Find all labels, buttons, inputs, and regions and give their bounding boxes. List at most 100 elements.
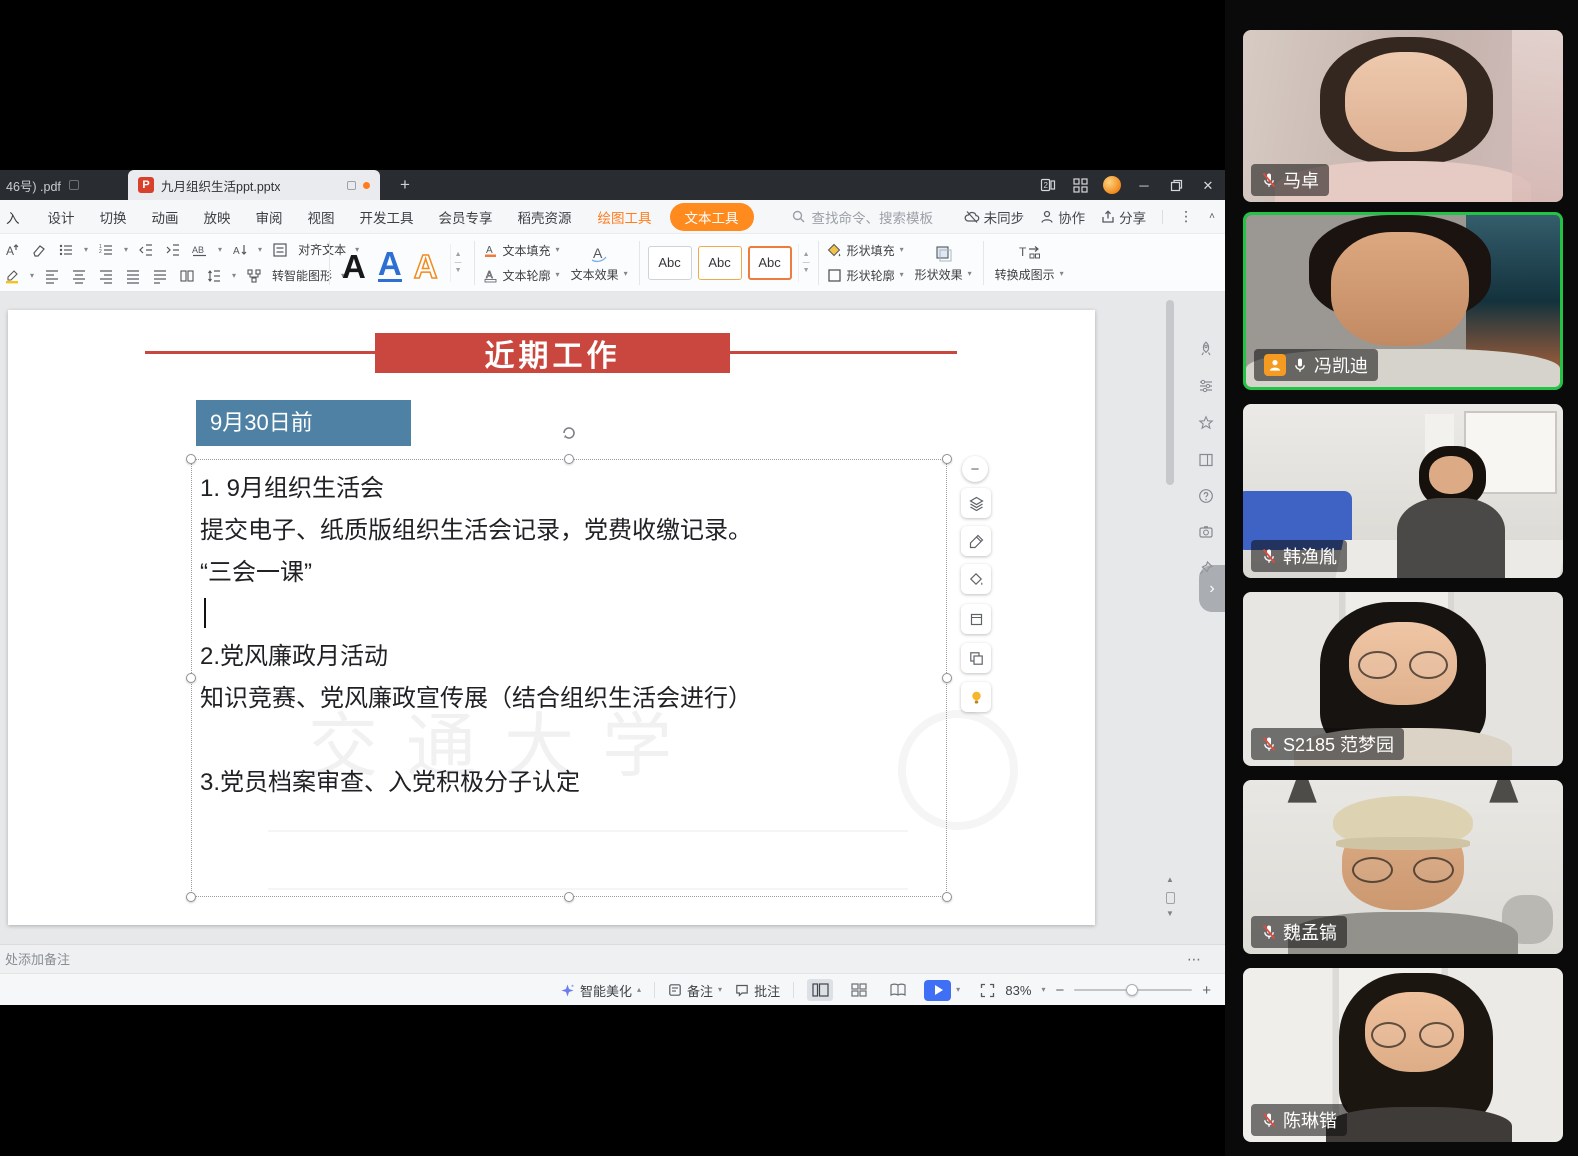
tab-pdf-document[interactable]: 46号) .pdf [6, 176, 61, 195]
restore-button[interactable] [1167, 176, 1185, 194]
increase-indent-icon[interactable] [164, 241, 182, 259]
menu-item-animation[interactable]: 动画 [152, 207, 179, 227]
rocket-boost-icon[interactable] [1197, 340, 1215, 358]
selection-handle-s[interactable] [564, 892, 574, 902]
shape-fill-button[interactable]: 形状填充▾ [827, 242, 904, 259]
participant-tile[interactable]: 陈琳锴 [1243, 968, 1563, 1142]
selection-handle-nw[interactable] [186, 454, 196, 464]
tune-settings-icon[interactable] [1197, 377, 1215, 395]
participant-tile-active[interactable]: 冯凯迪 [1243, 212, 1563, 390]
vertical-scrollbar[interactable] [1166, 300, 1174, 485]
menu-item-insert-truncated[interactable]: 入 [6, 207, 20, 227]
more-options-icon[interactable]: ⋮ [1179, 208, 1193, 225]
align-center-icon[interactable] [70, 267, 88, 285]
wordart-preset-scroll[interactable]: ▲—▼ [798, 244, 810, 282]
text-outline-button[interactable]: A 文本轮廓▾ [483, 267, 560, 284]
slide[interactable]: 交通大学 近期工作 9月30日前 1. 9月组织生 [8, 310, 1095, 925]
fit-slide-icon[interactable] [980, 983, 995, 998]
font-preset-black[interactable]: A [342, 252, 366, 282]
selection-handle-se[interactable] [942, 892, 952, 902]
notes-strip[interactable]: 处添加备注 ⋯ [0, 944, 1225, 973]
tab-active-pptx[interactable]: P 九月组织生活ppt.pptx [128, 170, 380, 200]
new-tab-button[interactable]: + [394, 170, 416, 200]
decrease-indent-icon[interactable] [137, 241, 155, 259]
zoom-slider-knob[interactable] [1126, 984, 1138, 996]
participant-tile[interactable]: 马卓 [1243, 30, 1563, 202]
distribute-icon[interactable] [151, 267, 169, 285]
zoom-percentage[interactable]: 83% [1005, 983, 1031, 998]
capture-icon[interactable] [1197, 523, 1215, 541]
collapse-float-toolbar-button[interactable]: − [962, 456, 988, 482]
participant-tile[interactable]: 韩渔胤 [1243, 404, 1563, 578]
selection-handle-w[interactable] [186, 673, 196, 683]
selection-handle-ne[interactable] [942, 454, 952, 464]
close-button[interactable]: ✕ [1199, 176, 1217, 194]
command-search-box[interactable]: 查找命令、搜索模板 [792, 207, 934, 227]
columns-icon[interactable] [178, 267, 196, 285]
menu-item-devtools[interactable]: 开发工具 [360, 207, 414, 227]
smart-graphic-icon[interactable] [245, 267, 263, 285]
align-right-icon[interactable] [97, 267, 115, 285]
justify-icon[interactable] [124, 267, 142, 285]
zoom-out-button[interactable]: − [1055, 983, 1064, 998]
font-preset-outline[interactable]: A [414, 252, 438, 282]
expand-panel-chevron[interactable]: › [1199, 565, 1225, 612]
next-slide-arrow[interactable]: ▼ [1164, 910, 1176, 918]
menu-item-transition[interactable]: 切换 [100, 207, 127, 227]
layers-button[interactable] [961, 488, 991, 518]
smart-beautify-button[interactable]: 智能美化▴ [560, 981, 641, 1000]
notes-more-icon[interactable]: ⋯ [1187, 945, 1203, 974]
collaborate-button[interactable]: 协作 [1040, 207, 1085, 227]
shape-effect-button[interactable]: 形状效果▾ [912, 243, 975, 283]
minimize-button[interactable]: ─ [1135, 176, 1153, 194]
selection-handle-sw[interactable] [186, 892, 196, 902]
align-text-icon[interactable] [271, 241, 289, 259]
pages-layout-icon[interactable]: 2 [1039, 176, 1057, 194]
date-label-box[interactable]: 9月30日前 [196, 400, 411, 446]
text-direction-icon[interactable]: AB [191, 241, 209, 259]
participant-tile[interactable]: S2185 范梦园 [1243, 592, 1563, 766]
copy-style-button[interactable] [961, 643, 991, 673]
slide-nav-grip[interactable] [1166, 892, 1175, 904]
zoom-caret-icon[interactable]: ▾ [1041, 986, 1045, 994]
slide-body-textbox[interactable]: 1. 9月组织生活会 提交电子、纸质版组织生活会记录，党费收缴记录。 “三会一课… [200, 468, 940, 804]
text-fill-button[interactable]: A 文本填充▾ [483, 242, 560, 259]
align-left-icon[interactable] [43, 267, 61, 285]
wordart-preset-3[interactable]: Abc [748, 246, 792, 280]
grid-apps-icon[interactable] [1071, 176, 1089, 194]
participant-tile[interactable]: 魏孟镐 [1243, 780, 1563, 954]
menu-item-templates[interactable]: 稻壳资源 [518, 207, 572, 227]
menu-item-view[interactable]: 视图 [308, 207, 335, 227]
sort-text-icon[interactable]: A [231, 241, 249, 259]
menu-item-slideshow[interactable]: 放映 [204, 207, 231, 227]
reading-view-button[interactable] [885, 979, 911, 1001]
crop-frame-button[interactable] [961, 604, 991, 634]
comments-button[interactable]: 批注 [735, 981, 780, 1000]
smart-graphic-button[interactable]: 转智能图形 [272, 267, 332, 284]
selection-handle-e[interactable] [942, 673, 952, 683]
convert-diagram-button[interactable]: T 转换成图示▾ [992, 243, 1067, 283]
star-favorite-icon[interactable] [1197, 414, 1215, 432]
normal-view-button[interactable] [807, 979, 833, 1001]
rotate-handle[interactable] [560, 424, 578, 442]
menu-item-member[interactable]: 会员专享 [439, 207, 493, 227]
menu-item-review[interactable]: 审阅 [256, 207, 283, 227]
increase-font-icon[interactable]: A [3, 241, 21, 259]
sync-status-button[interactable]: 未同步 [964, 207, 1025, 227]
eraser-icon[interactable] [30, 241, 48, 259]
fill-color-button[interactable] [961, 564, 991, 594]
format-brush-button[interactable] [961, 526, 991, 556]
play-slideshow-button[interactable]: ▾ [924, 980, 960, 1001]
task-pane-icon[interactable] [1197, 451, 1215, 469]
menu-item-design[interactable]: 设计 [48, 207, 75, 227]
user-avatar[interactable] [1103, 176, 1121, 194]
smart-suggest-button[interactable] [961, 682, 991, 712]
zoom-in-button[interactable]: + [1202, 983, 1211, 998]
help-icon[interactable] [1197, 487, 1215, 505]
numbered-list-icon[interactable]: 12 [97, 241, 115, 259]
highlighter-icon[interactable] [3, 267, 21, 285]
font-preset-blue[interactable]: A [378, 249, 402, 282]
wordart-preset-1[interactable]: Abc [648, 246, 692, 280]
text-effect-button[interactable]: A 文本效果▾ [568, 243, 631, 283]
font-preset-scroll[interactable]: ▲—▼ [450, 244, 462, 282]
